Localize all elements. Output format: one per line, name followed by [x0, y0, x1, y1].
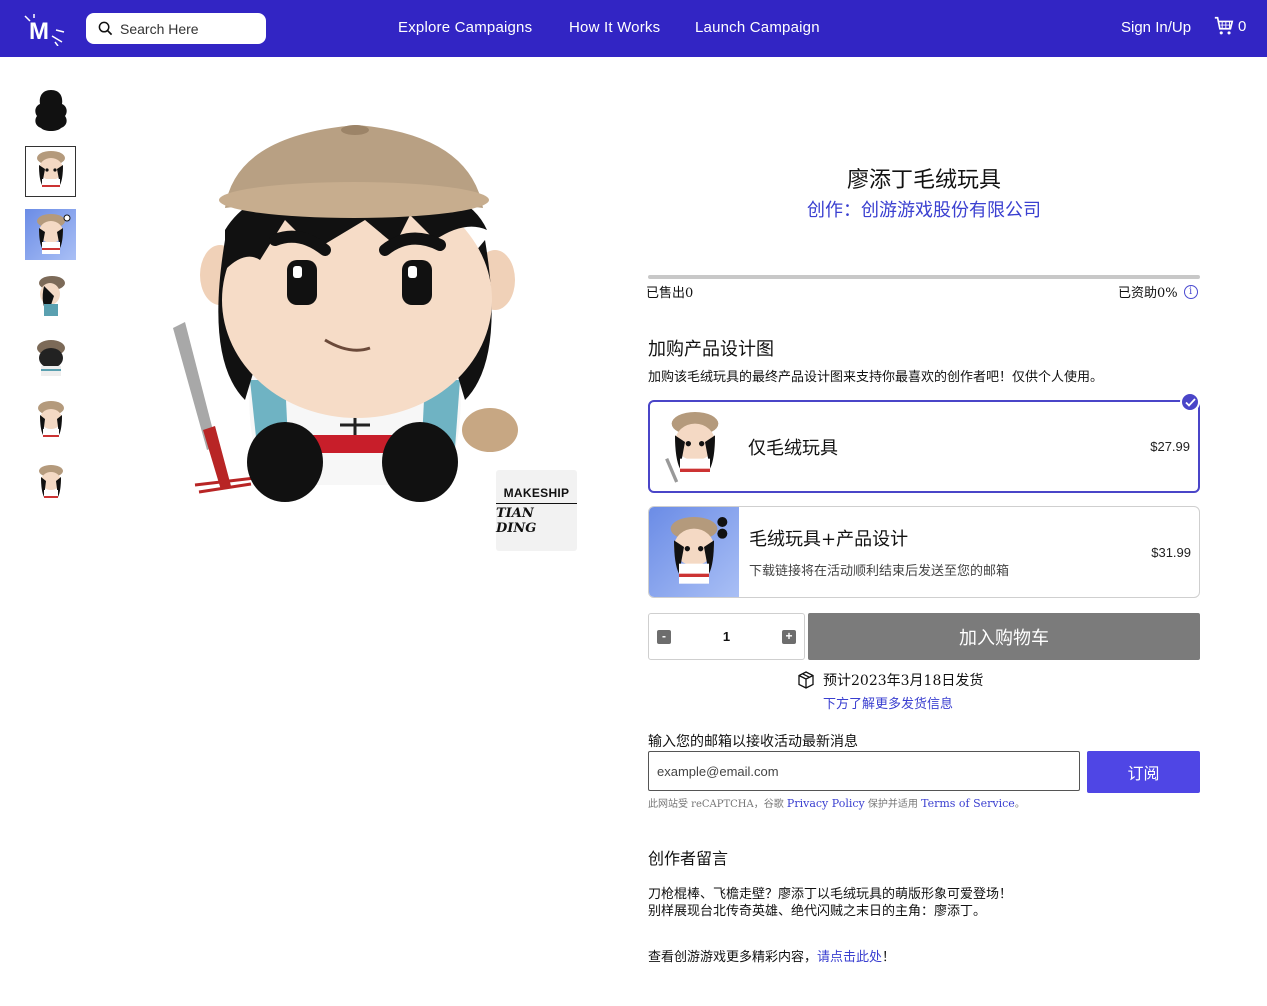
more-content-text: 查看创游游戏更多精彩内容，	[648, 950, 818, 965]
checkmark-icon	[1180, 392, 1200, 412]
thumbnail-plush-design[interactable]	[25, 209, 76, 260]
sign-in-link[interactable]: Sign In/Up	[1121, 19, 1191, 36]
funded-percent: 已资助0% i	[1118, 282, 1198, 301]
search-icon	[98, 21, 113, 36]
option-plush-design[interactable]: 毛绒玩具+产品设计 下载链接将在活动顺利结束后发送至您的邮箱 $31.99	[648, 506, 1200, 598]
top-navbar: M Explore Campaigns How It Works Launch …	[0, 0, 1267, 57]
search-input[interactable]	[120, 20, 260, 37]
option-price: $31.99	[1151, 544, 1191, 560]
shopping-cart-icon	[1214, 16, 1234, 35]
thumbnail-plush-back[interactable]	[25, 333, 76, 384]
option-label: 仅毛绒玩具	[748, 437, 838, 459]
thumbnail-silhouette[interactable]	[25, 84, 76, 135]
makeship-brand-label: MAKESHIP	[503, 485, 570, 500]
option-price: $27.99	[1150, 439, 1190, 454]
more-content: 查看创游游戏更多精彩内容，请点击此处！	[648, 946, 895, 965]
privacy-policy-link[interactable]: Privacy Policy	[787, 797, 865, 810]
package-icon	[798, 671, 814, 689]
subscribe-button[interactable]: 订阅	[1087, 751, 1200, 793]
option-design-image	[649, 507, 739, 597]
quantity-decrease-button[interactable]: -	[657, 629, 671, 644]
recaptcha-text-end: 。	[1014, 799, 1025, 810]
shipping-info-link[interactable]: 下方了解更多发货信息	[823, 693, 953, 712]
option-plush-image	[650, 402, 740, 492]
thumbnail-plush-small[interactable]	[25, 458, 76, 509]
more-content-end: ！	[882, 950, 896, 965]
email-label: 输入您的邮箱以接收活动最新消息	[648, 734, 858, 750]
cart-button[interactable]: 0	[1213, 15, 1246, 37]
quantity-increase-button[interactable]: +	[781, 629, 796, 644]
thumbnail-plush-side[interactable]	[25, 271, 76, 322]
thumbnail-plush-angle[interactable]	[25, 396, 76, 447]
creator-note-text: 刀枪棍棒、飞檐走壁？廖添丁以毛绒玩具的萌版形象可爱登场！ 别样展现台北传奇英雄、…	[648, 886, 1012, 920]
addon-title: 加购产品设计图	[648, 339, 774, 360]
info-icon[interactable]: i	[1183, 284, 1198, 299]
add-to-cart-button[interactable]: 加入购物车	[808, 613, 1200, 660]
option-text: 毛绒玩具+产品设计 下载链接将在活动顺利结束后发送至您的邮箱	[749, 525, 1009, 579]
product-title: 廖添丁毛绒玩具	[846, 168, 1001, 193]
makeship-badge: MAKESHIP TIAN DING	[496, 470, 577, 551]
main-product-image	[173, 125, 518, 502]
makeship-logo-icon[interactable]: M	[22, 12, 66, 46]
recaptcha-text-mid: 保护并适用	[864, 799, 922, 810]
creator-note-line-2: 别样展现台北传奇英雄、绝代闪贼之末日的主角：廖添丁。	[648, 904, 987, 919]
option-label: 毛绒玩具+产品设计	[749, 529, 909, 550]
addon-description: 加购该毛绒玩具的最终产品设计图来支持你最喜欢的创作者吧！仅供个人使用。	[648, 370, 1104, 385]
creator-link[interactable]: 创作：创游游戏股份有限公司	[648, 196, 1200, 222]
more-content-link[interactable]: 请点击此处	[817, 950, 882, 965]
terms-of-service-link[interactable]: Terms of Service	[921, 797, 1015, 810]
shipping-date: 预计2023年3月18日发货	[823, 673, 984, 689]
tian-ding-logo: TIAN DING	[496, 502, 577, 536]
quantity-stepper: - 1 +	[648, 613, 805, 660]
creator-note-line-1: 刀枪棍棒、飞檐走壁？廖添丁以毛绒玩具的萌版形象可爱登场！	[648, 887, 1013, 902]
option-plush-only[interactable]: 仅毛绒玩具 $27.99	[648, 392, 1200, 493]
nav-explore-campaigns[interactable]: Explore Campaigns	[398, 19, 532, 36]
option-sub: 下载链接将在活动顺利结束后发送至您的邮箱	[749, 564, 1010, 579]
sold-count: 已售出0	[646, 286, 694, 301]
quantity-value[interactable]: 1	[723, 629, 730, 644]
cart-count: 0	[1238, 17, 1247, 35]
recaptcha-notice: 此网站受 reCAPTCHA，谷歌 Privacy Policy 保护并适用 T…	[648, 795, 1025, 810]
search-box[interactable]	[86, 13, 266, 44]
svg-text:M: M	[29, 18, 49, 45]
creator-note-title: 创作者留言	[648, 849, 729, 868]
shipping-estimate: 预计2023年3月18日发货	[797, 670, 983, 690]
nav-launch-campaign[interactable]: Launch Campaign	[695, 19, 820, 36]
recaptcha-text: 此网站受 reCAPTCHA，谷歌	[648, 799, 787, 810]
email-field[interactable]	[648, 751, 1080, 791]
nav-how-it-works[interactable]: How It Works	[569, 19, 660, 36]
funded-label: 已资助0%	[1118, 286, 1178, 301]
thumbnail-plush-front[interactable]	[25, 146, 76, 197]
funding-progress-bar	[648, 275, 1200, 279]
